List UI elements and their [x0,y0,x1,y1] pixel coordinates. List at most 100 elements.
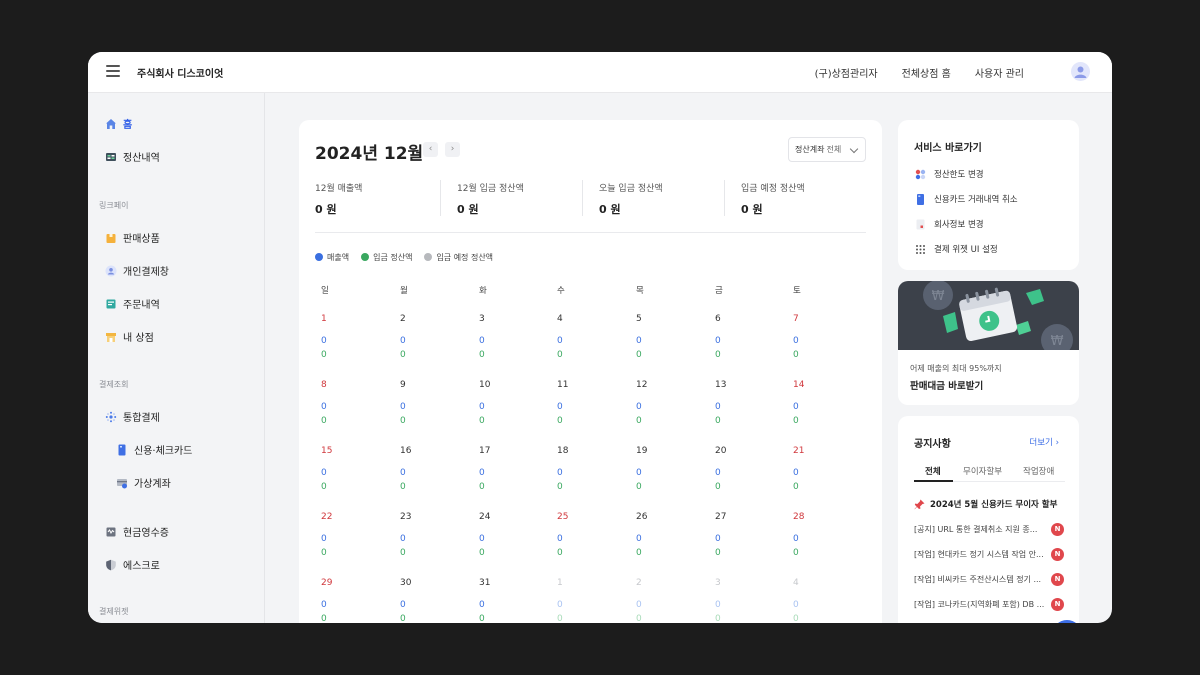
day-sales-value: 0 [400,600,406,610]
day-sales-value: 0 [636,468,642,478]
stat-monthly-deposit: 12월 입금 정산액 0 원 [457,181,524,217]
day-deposit-value: 0 [636,350,642,360]
app-window: 주식회사 디스코이엇 (구)상점관리자 전체상점 홈 사용자 관리 홈 정산내역… [88,52,1112,623]
day-number: 3 [715,578,721,588]
day-deposit-value: 0 [715,350,721,360]
new-badge: N [1051,548,1064,561]
legacy-store-admin-link[interactable]: (구)상점관리자 [815,65,878,80]
stat-value: 0 원 [457,203,479,216]
shortcut-settlement-limit[interactable]: 정산한도 변경 [915,168,984,180]
group-payment-lookup: 결제조회 [99,380,129,389]
sidebar-item-virtual-account[interactable]: 가상계좌 [116,475,171,490]
notice-row[interactable]: [공지] URL 통한 결제취소 지원 종... N [914,523,1064,536]
notice-row[interactable]: [작업] 현대카드 정기 시스템 작업 안... N [914,548,1064,561]
tab-maintenance[interactable]: 작업장애 [1023,465,1054,477]
day-number: 19 [636,446,648,456]
day-deposit-value: 0 [479,548,485,558]
chevron-down-icon [849,144,859,154]
day-sales-value: 0 [636,402,642,412]
notice-text: [공지] URL 통한 결제취소 지원 종... [914,525,1038,534]
day-number: 20 [715,446,727,456]
day-sales-value: 0 [715,336,721,346]
notice-title: 공지사항 [914,439,951,450]
stat-value: 0 원 [741,203,763,216]
menu-icon[interactable] [106,65,120,77]
sidebar-item-settlement[interactable]: 정산내역 [105,149,160,164]
promo-banner[interactable]: ₩ ₩ 어제 매출의 최대 95%까지 판매대금 바로받기 [898,281,1079,405]
svg-text:₩: ₩ [932,289,945,304]
shortcut-company-info[interactable]: 회사정보 변경 [915,218,984,230]
day-deposit-value: 0 [400,548,406,558]
sidebar-item-personal-payment[interactable]: 개인결제창 [105,263,169,278]
sidebar-item-integrated-payment[interactable]: 통합결제 [105,409,160,424]
sidebar-label: 개인결제창 [123,267,169,278]
sidebar-item-cash-receipt[interactable]: 현금영수증 [105,524,169,539]
all-stores-home-link[interactable]: 전체상점 홈 [902,65,951,80]
weekday-label: 토 [793,286,801,296]
day-number: 2 [400,314,406,324]
weekday-label: 화 [479,286,487,296]
sidebar-label: 현금영수증 [123,528,169,539]
day-sales-value: 0 [479,336,485,346]
day-number: 23 [400,512,412,522]
sidebar-item-card[interactable]: 신용·체크카드 [116,442,192,457]
sidebar-label: 주문내역 [123,300,160,311]
stat-label: 입금 예정 정산액 [741,184,805,194]
day-number: 6 [715,314,721,324]
pinned-notice[interactable]: 2024년 5월 신용카드 무이자 할부 [914,498,1057,510]
sidebar-item-my-store[interactable]: 내 상점 [105,329,154,344]
day-sales-value: 0 [321,600,327,610]
prev-month-button[interactable]: ‹ [423,142,438,157]
tab-all[interactable]: 전체 [925,465,941,477]
select-label: 정산계좌 [795,145,825,154]
settlement-account-select[interactable]: 정산계좌 전체 [788,137,866,162]
more-link[interactable]: 더보기 › [1029,436,1059,448]
sidebar-label: 내 상점 [123,333,154,344]
day-deposit-value: 0 [321,548,327,558]
user-avatar-icon[interactable] [1071,62,1090,81]
day-number: 15 [321,446,333,456]
day-sales-value: 0 [479,600,485,610]
day-deposit-value: 0 [321,614,327,623]
sidebar-item-home[interactable]: 홈 [105,116,132,131]
day-number: 18 [557,446,569,456]
grid-icon [916,244,925,254]
divider [724,180,725,216]
sidebar-item-products[interactable]: 판매상품 [105,230,160,245]
shortcut-widget-ui[interactable]: 결제 위젯 UI 설정 [915,243,998,255]
group-linkpay: 링크페이 [99,201,129,210]
tab-interest-free[interactable]: 무이자할부 [963,465,1002,477]
day-sales-value: 0 [636,600,642,610]
more-label: 더보기 [1029,438,1053,448]
sidebar-item-orders[interactable]: 주문내역 [105,296,160,311]
day-deposit-value: 0 [715,614,721,623]
day-sales-value: 0 [321,468,327,478]
day-deposit-value: 0 [557,416,563,426]
sidebar-item-escrow[interactable]: 에스크로 [105,557,160,572]
day-number: 5 [636,314,642,324]
weekday-label: 목 [636,286,644,296]
day-number: 10 [479,380,491,390]
day-deposit-value: 0 [321,350,327,360]
day-number: 17 [479,446,491,456]
notice-text: [작업] 코나카드(지역화폐 포함) DB ... [914,600,1045,609]
shortcut-card-cancel[interactable]: 신용카드 거래내역 취소 [915,193,1018,205]
notice-row[interactable]: [작업] 비씨카드 주전산시스템 정기 ... N [914,573,1064,586]
day-sales-value: 0 [557,336,563,346]
limit-icon [915,169,926,179]
bag-icon [106,233,116,243]
top-nav: (구)상점관리자 전체상점 홈 사용자 관리 [815,65,1024,80]
day-sales-value: 0 [479,402,485,412]
next-month-button[interactable]: › [445,142,460,157]
user-management-link[interactable]: 사용자 관리 [975,65,1024,80]
divider [440,180,441,216]
shortcut-label: 회사정보 변경 [934,220,984,230]
notice-row[interactable]: [작업] 코나카드(지역화폐 포함) DB ... N [914,598,1064,611]
day-deposit-value: 0 [479,482,485,492]
notice-text: [작업] 현대카드 정기 시스템 작업 안... [914,550,1044,559]
stat-label: 12월 매출액 [315,184,363,194]
day-sales-value: 0 [400,336,406,346]
day-number: 16 [400,446,412,456]
day-number: 1 [321,314,327,324]
legend-label: 입금 정산액 [373,253,413,262]
